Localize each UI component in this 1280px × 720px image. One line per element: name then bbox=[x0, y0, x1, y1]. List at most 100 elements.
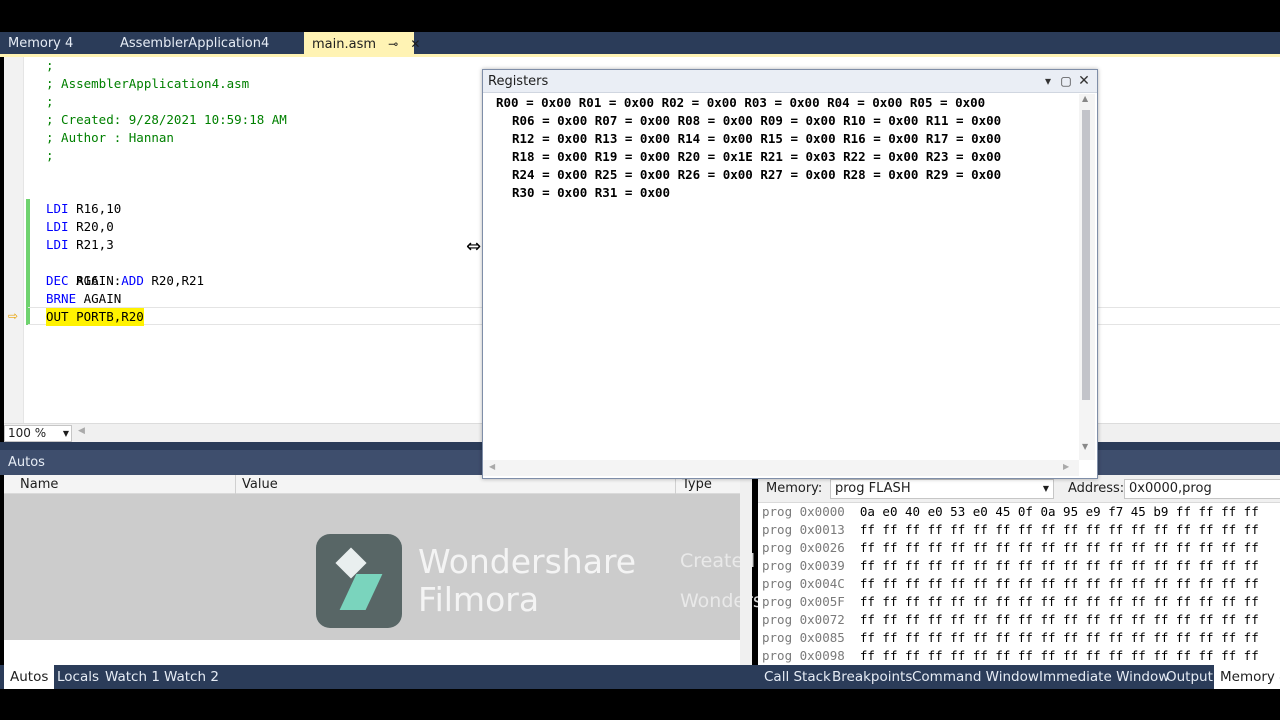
tab-autos[interactable]: Autos bbox=[4, 665, 55, 689]
code-line-brne[interactable]: BRNE AGAIN bbox=[46, 290, 121, 308]
memory-type-dropdown[interactable]: prog FLASH ▼ bbox=[830, 479, 1054, 499]
resize-cursor-icon: ⇔ bbox=[466, 236, 482, 257]
memory-row-bytes[interactable]: ff ff ff ff ff ff ff ff ff ff ff ff ff f… bbox=[860, 594, 1259, 609]
tab-memory-4-bottom[interactable]: Memory 4 bbox=[1214, 665, 1280, 689]
address-input[interactable]: 0x0000,prog bbox=[1124, 479, 1280, 499]
scroll-up-icon[interactable]: ▲ bbox=[1082, 94, 1088, 103]
execution-pointer-icon: ⇨ bbox=[8, 309, 19, 323]
memory-row: prog 0x0000 0a e0 40 e0 53 e0 45 0f 0a 9… bbox=[762, 503, 1259, 521]
tab-memory-4[interactable]: Memory 4 bbox=[0, 32, 81, 56]
memory-row-address: prog 0x0039 bbox=[762, 558, 845, 573]
tab-breakpoints[interactable]: Breakpoints bbox=[826, 665, 918, 689]
register-row: R06 = 0x00 R07 = 0x00 R08 = 0x00 R09 = 0… bbox=[512, 113, 1002, 128]
memory-row-bytes[interactable]: ff ff ff ff ff ff ff ff ff ff ff ff ff f… bbox=[860, 522, 1259, 537]
tab-output[interactable]: Output bbox=[1160, 665, 1219, 689]
maximize-icon[interactable]: ▢ bbox=[1057, 70, 1075, 93]
address-label: Address: bbox=[1068, 481, 1125, 496]
column-header-name[interactable]: Name bbox=[14, 475, 236, 494]
registers-window: Registers ▾ ▢ ✕ R00 = 0x00 R01 = 0x00 R0… bbox=[482, 69, 1098, 479]
register-row: R30 = 0x00 R31 = 0x00 bbox=[512, 185, 671, 200]
instruction-keyword: LDI bbox=[46, 201, 69, 216]
instruction-keyword: LDI bbox=[46, 219, 69, 234]
memory-row: prog 0x0072 ff ff ff ff ff ff ff ff ff f… bbox=[762, 611, 1259, 629]
memory-type-value: prog FLASH bbox=[835, 481, 911, 496]
pin-icon[interactable]: ⊸ bbox=[388, 32, 398, 56]
code-line-dec[interactable]: DEC R16 bbox=[46, 272, 99, 290]
debug-tab-bar-right: Call Stack Breakpoints Command Window Im… bbox=[758, 665, 1280, 689]
register-row: R24 = 0x00 R25 = 0x00 R26 = 0x00 R27 = 0… bbox=[512, 167, 1002, 182]
memory-toolbar: Memory: prog FLASH ▼ Address: 0x0000,pro… bbox=[758, 475, 1280, 503]
register-row: R12 = 0x00 R13 = 0x00 R14 = 0x00 R15 = 0… bbox=[512, 131, 1002, 146]
code-line-2[interactable]: ; AssemblerApplication4.asm bbox=[46, 75, 249, 93]
code-line-4[interactable]: ; Created: 9/28/2021 10:59:18 AM bbox=[46, 111, 287, 129]
instruction-keyword: ADD bbox=[121, 273, 144, 288]
code-line-6[interactable]: ; bbox=[46, 147, 54, 165]
registers-horizontal-scrollbar[interactable]: ◀ ▶ bbox=[483, 460, 1079, 476]
memory-row: prog 0x0085 ff ff ff ff ff ff ff ff ff f… bbox=[762, 629, 1259, 647]
registers-vertical-scrollbar[interactable]: ▲ ▼ bbox=[1079, 94, 1095, 460]
memory-row-bytes[interactable]: ff ff ff ff ff ff ff ff ff ff ff ff ff f… bbox=[860, 576, 1259, 591]
close-icon[interactable]: ✕ bbox=[410, 32, 420, 56]
zoom-dropdown[interactable]: 100 % ▼ bbox=[4, 425, 72, 442]
instruction-keyword: BRNE bbox=[46, 291, 77, 306]
autos-panel: Name Value Type Wondershare Filmora Crea… bbox=[4, 475, 881, 665]
memory-row-address: prog 0x0013 bbox=[762, 522, 845, 537]
register-row: R00 = 0x00 R01 = 0x00 R02 = 0x00 R03 = 0… bbox=[496, 95, 986, 110]
tab-immediate-window[interactable]: Immediate Window bbox=[1033, 665, 1175, 689]
zoom-value: 100 % bbox=[8, 426, 47, 440]
tab-watch-2[interactable]: Watch 2 bbox=[158, 665, 225, 689]
memory-row: prog 0x0026 ff ff ff ff ff ff ff ff ff f… bbox=[762, 539, 1259, 557]
memory-row-address: prog 0x0000 bbox=[762, 504, 845, 519]
scroll-left-icon[interactable]: ◀ bbox=[78, 426, 85, 436]
memory-row-address: prog 0x0072 bbox=[762, 612, 845, 627]
memory-row-bytes[interactable]: ff ff ff ff ff ff ff ff ff ff ff ff ff f… bbox=[860, 558, 1259, 573]
register-row: R18 = 0x00 R19 = 0x00 R20 = 0x1E R21 = 0… bbox=[512, 149, 1002, 164]
code-line-out-current[interactable]: OUT PORTB,R20 bbox=[46, 308, 144, 326]
chevron-down-icon[interactable]: ▾ bbox=[1039, 70, 1057, 93]
memory-panel: Memory: prog FLASH ▼ Address: 0x0000,pro… bbox=[758, 475, 1280, 665]
instruction-operands: R20,0 bbox=[68, 219, 114, 234]
filmora-logo-icon bbox=[316, 534, 402, 628]
code-line-1[interactable]: ; bbox=[46, 57, 54, 75]
memory-row: prog 0x0098 ff ff ff ff ff ff ff ff ff f… bbox=[762, 647, 1259, 665]
instruction-operands: PORTB,R20 bbox=[68, 309, 144, 324]
tab-command-window[interactable]: Command Window bbox=[906, 665, 1045, 689]
memory-row-bytes[interactable]: ff ff ff ff ff ff ff ff ff ff ff ff ff f… bbox=[860, 612, 1259, 627]
memory-row-bytes[interactable]: ff ff ff ff ff ff ff ff ff ff ff ff ff f… bbox=[860, 540, 1259, 555]
code-line-ldi-r20[interactable]: LDI R20,0 bbox=[46, 218, 114, 236]
scroll-right-icon[interactable]: ▶ bbox=[1063, 462, 1069, 471]
close-icon[interactable]: ✕ bbox=[1075, 70, 1093, 93]
tab-main-asm-label: main.asm bbox=[312, 37, 377, 52]
scrollbar-thumb[interactable] bbox=[1082, 110, 1090, 400]
memory-row-bytes[interactable]: ff ff ff ff ff ff ff ff ff ff ff ff ff f… bbox=[860, 648, 1259, 663]
tab-locals[interactable]: Locals bbox=[51, 665, 105, 689]
registers-title-bar[interactable]: Registers ▾ ▢ ✕ bbox=[483, 70, 1097, 93]
tab-watch-1[interactable]: Watch 1 bbox=[99, 665, 166, 689]
scroll-down-icon[interactable]: ▼ bbox=[1082, 442, 1088, 451]
memory-row: prog 0x0013 ff ff ff ff ff ff ff ff ff f… bbox=[762, 521, 1259, 539]
code-line-5[interactable]: ; Author : Hannan bbox=[46, 129, 174, 147]
instruction-operands: R16,10 bbox=[68, 201, 122, 216]
tab-main-asm[interactable]: main.asm ⊸ ✕ bbox=[304, 32, 420, 56]
memory-row: prog 0x004C ff ff ff ff ff ff ff ff ff f… bbox=[762, 575, 1259, 593]
code-line-3[interactable]: ; bbox=[46, 93, 54, 111]
tab-assembler-application4[interactable]: AssemblerApplication4 bbox=[112, 32, 277, 56]
instruction-operands: R16 bbox=[68, 273, 99, 288]
code-line-ldi-r21[interactable]: LDI R21,3 bbox=[46, 236, 114, 254]
code-line-ldi-r16[interactable]: LDI R16,10 bbox=[46, 200, 121, 218]
memory-label: Memory: bbox=[766, 481, 823, 496]
code-line-add[interactable]: AGAIN:ADD R20,R21 bbox=[46, 254, 204, 288]
add-instruction: ADD R20,R21 bbox=[121, 273, 204, 288]
memory-row-bytes[interactable]: 0a e0 40 e0 53 e0 45 0f 0a 95 e9 f7 45 b… bbox=[860, 504, 1259, 519]
watermark-brand-line1: Wondershare bbox=[418, 542, 637, 581]
scroll-left-icon[interactable]: ◀ bbox=[489, 462, 495, 471]
instruction-keyword: LDI bbox=[46, 237, 69, 252]
memory-row-address: prog 0x0085 bbox=[762, 630, 845, 645]
memory-row-address: prog 0x004C bbox=[762, 576, 845, 591]
memory-row-address: prog 0x0098 bbox=[762, 648, 845, 663]
autos-vertical-scrollbar[interactable] bbox=[740, 475, 752, 665]
memory-row-address: prog 0x005F bbox=[762, 594, 845, 609]
watermark-brand-line2: Filmora bbox=[418, 580, 540, 619]
memory-row-bytes[interactable]: ff ff ff ff ff ff ff ff ff ff ff ff ff f… bbox=[860, 630, 1259, 645]
breakpoint-margin[interactable] bbox=[4, 57, 24, 423]
